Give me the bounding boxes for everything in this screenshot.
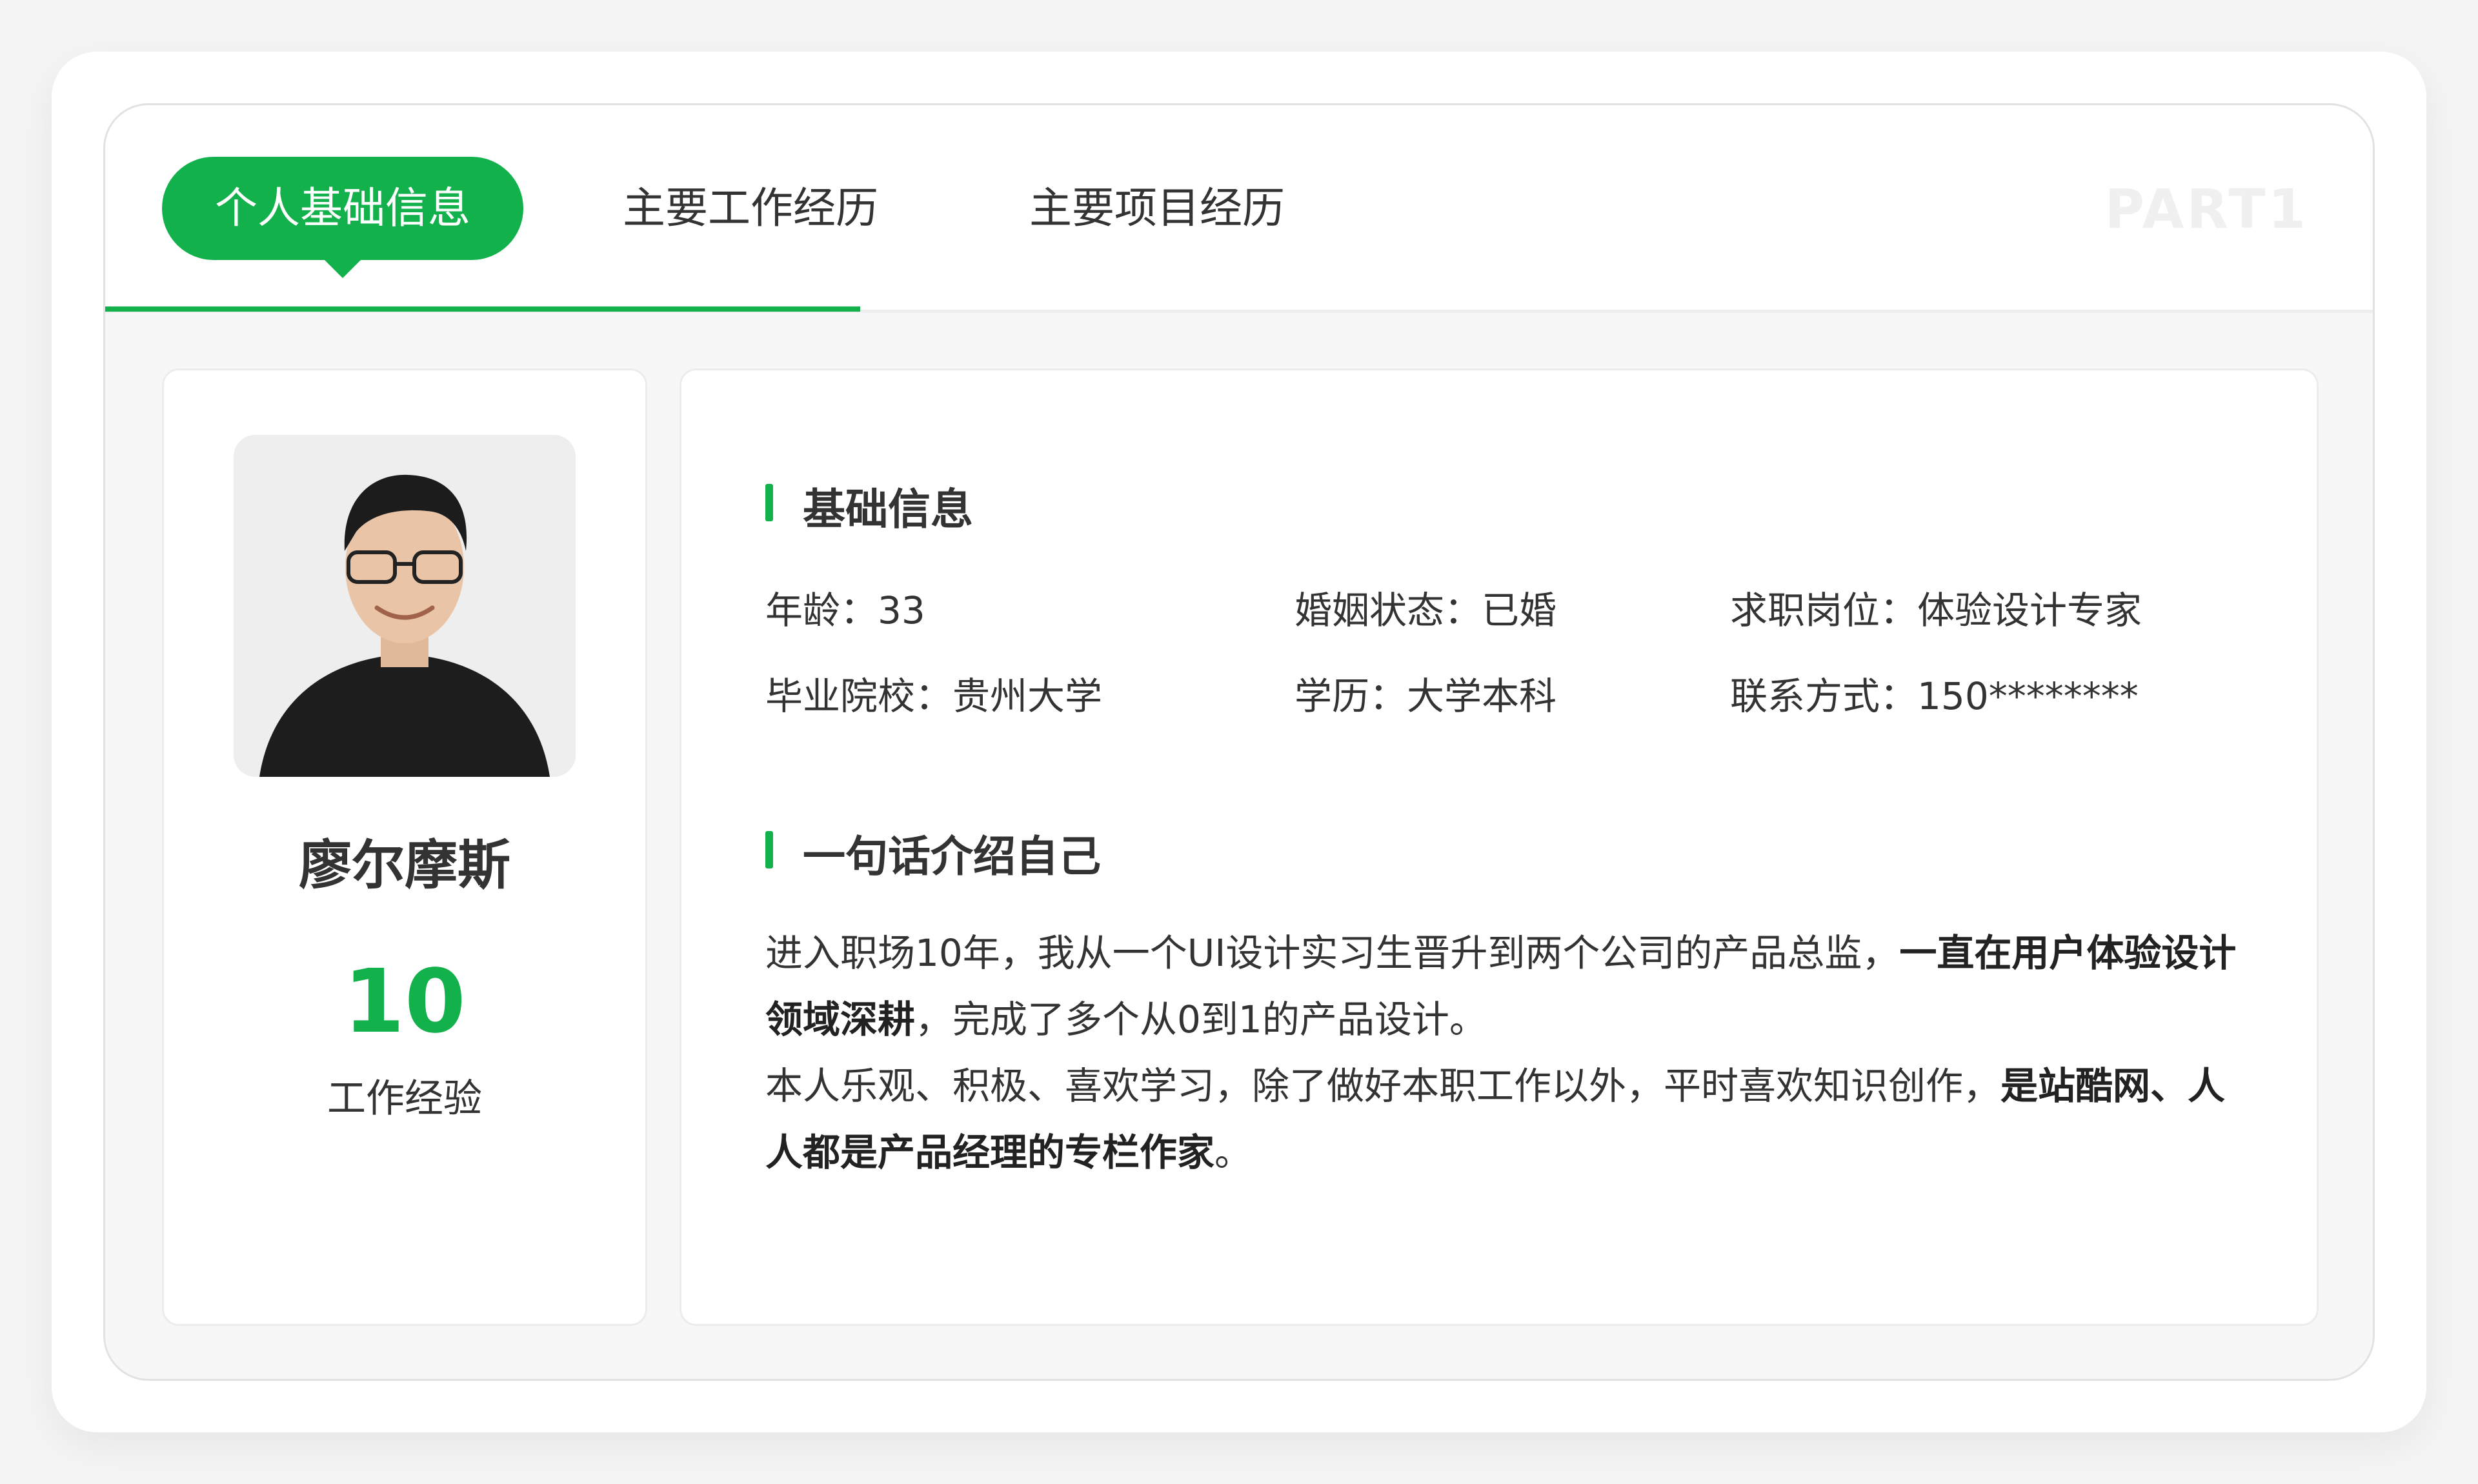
part-label: PART1 bbox=[2104, 177, 2308, 241]
intro-text: 进入职场10年，我从一个UI设计实习生晋升到两个公司的产品总监，一直在用户体验设… bbox=[765, 920, 2237, 1186]
profile-card: 廖尔摩斯 10 工作经验 bbox=[162, 368, 647, 1326]
basic-info-title: 基础信息 bbox=[765, 475, 973, 537]
tab-bar: 个人基础信息 主要工作经历 主要项目经历 PART1 bbox=[105, 105, 2373, 313]
tab-work-experience[interactable]: 主要工作经历 bbox=[621, 157, 880, 260]
outer-frame: 个人基础信息 主要工作经历 主要项目经历 PART1 廖尔摩斯 10 工作经验 … bbox=[52, 52, 2426, 1432]
info-marital-label: 婚姻状态： bbox=[1294, 588, 1482, 632]
intro-title: 一句话介绍自己 bbox=[765, 822, 1101, 884]
info-school: 毕业院校：贵州大学 bbox=[765, 666, 1102, 720]
info-contact: 联系方式：150******** bbox=[1730, 666, 2139, 720]
info-education-label: 学历： bbox=[1294, 674, 1407, 718]
active-tab-underline bbox=[105, 306, 860, 312]
info-age-value: 33 bbox=[878, 588, 925, 632]
experience-label: 工作经验 bbox=[327, 1076, 482, 1121]
profile-name: 廖尔摩斯 bbox=[298, 835, 510, 896]
info-age-label: 年龄： bbox=[765, 588, 878, 632]
info-contact-label: 联系方式： bbox=[1730, 674, 1918, 718]
info-age: 年龄：33 bbox=[765, 580, 925, 634]
resume-panel: 个人基础信息 主要工作经历 主要项目经历 PART1 廖尔摩斯 10 工作经验 … bbox=[103, 103, 2375, 1381]
info-contact-value: 150******** bbox=[1917, 674, 2139, 718]
info-school-value: 贵州大学 bbox=[952, 674, 1103, 718]
info-position: 求职岗位：体验设计专家 bbox=[1730, 580, 2142, 634]
avatar-image bbox=[234, 435, 576, 777]
info-position-value: 体验设计专家 bbox=[1917, 588, 2142, 632]
intro-p1-tail: ，完成了多个从0到1的产品设计。 bbox=[915, 998, 1487, 1041]
tab-personal-info[interactable]: 个人基础信息 bbox=[162, 157, 523, 278]
details-card: 基础信息 年龄：33 婚姻状态：已婚 求职岗位：体验设计专家 毕业院校：贵州大学… bbox=[680, 368, 2319, 1326]
avatar bbox=[234, 435, 576, 777]
tab-project-experience[interactable]: 主要项目经历 bbox=[1028, 157, 1286, 260]
info-school-label: 毕业院校： bbox=[765, 674, 953, 718]
intro-paragraph-1: 进入职场10年，我从一个UI设计实习生晋升到两个公司的产品总监，一直在用户体验设… bbox=[765, 920, 2237, 1053]
intro-p2-tail: 。 bbox=[1214, 1130, 1253, 1174]
intro-p2-text: 本人乐观、积极、喜欢学习，除了做好本职工作以外，平时喜欢知识创作， bbox=[765, 1064, 2001, 1108]
info-education-value: 大学本科 bbox=[1407, 674, 1557, 718]
experience-years: 10 bbox=[343, 951, 466, 1053]
info-education: 学历：大学本科 bbox=[1294, 666, 1556, 720]
info-marital-status: 婚姻状态：已婚 bbox=[1294, 580, 1556, 634]
info-marital-value: 已婚 bbox=[1482, 588, 1557, 632]
intro-paragraph-2: 本人乐观、积极、喜欢学习，除了做好本职工作以外，平时喜欢知识创作，是站酷网、人人… bbox=[765, 1053, 2237, 1186]
info-position-label: 求职岗位： bbox=[1730, 588, 1918, 632]
intro-p1-text: 进入职场10年，我从一个UI设计实习生晋升到两个公司的产品总监， bbox=[765, 931, 1900, 975]
